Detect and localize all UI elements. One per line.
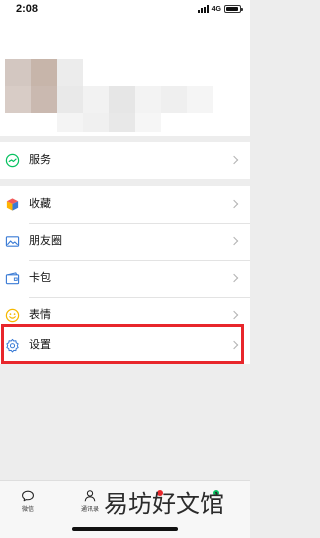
network-type: 4G (211, 5, 221, 13)
smiley-icon (5, 308, 20, 323)
chevron-right-icon (229, 310, 239, 320)
settings-section: 设置 (0, 327, 250, 364)
menu-item-cards[interactable]: 卡包 (0, 260, 250, 297)
wallet-icon (5, 271, 20, 286)
chevron-right-icon (229, 155, 239, 165)
menu-label-moments: 朋友圈 (29, 234, 62, 247)
cube-icon (5, 197, 20, 212)
status-indicators: 4G (197, 5, 243, 13)
menu-label-settings: 设置 (29, 338, 51, 351)
signal-icon (197, 5, 209, 13)
chevron-right-icon (229, 273, 239, 283)
photo-icon (5, 234, 20, 249)
chevron-right-icon (229, 199, 239, 209)
chat-bubble-icon (22, 490, 34, 502)
services-icon (5, 153, 20, 168)
status-time: 2:08 (16, 3, 39, 15)
menu-item-moments[interactable]: 朋友圈 (0, 223, 250, 260)
home-indicator (72, 527, 178, 531)
tab-label-chats: 微信 (21, 506, 34, 513)
tools-section: 收藏 朋友圈 卡包 表情 (0, 186, 250, 334)
profile-header[interactable] (0, 22, 250, 136)
status-bar: 2:08 4G (0, 0, 250, 22)
menu-item-settings[interactable]: 设置 (0, 327, 250, 364)
menu-label-stickers: 表情 (29, 308, 51, 321)
chevron-right-icon (229, 340, 239, 350)
chevron-right-icon (229, 236, 239, 246)
menu-item-favorites[interactable]: 收藏 (0, 186, 250, 223)
menu-label-services: 服务 (29, 153, 51, 166)
menu-item-services[interactable]: 服务 (0, 142, 250, 179)
menu-label-cards: 卡包 (29, 271, 51, 284)
battery-icon (224, 5, 243, 13)
watermark-text: 易坊好文馆 (104, 490, 224, 518)
menu-label-favorites: 收藏 (29, 197, 51, 210)
contacts-icon (84, 490, 96, 502)
services-section: 服务 (0, 142, 250, 179)
gear-icon (5, 338, 20, 353)
tab-chats[interactable]: 微信 (8, 489, 48, 514)
